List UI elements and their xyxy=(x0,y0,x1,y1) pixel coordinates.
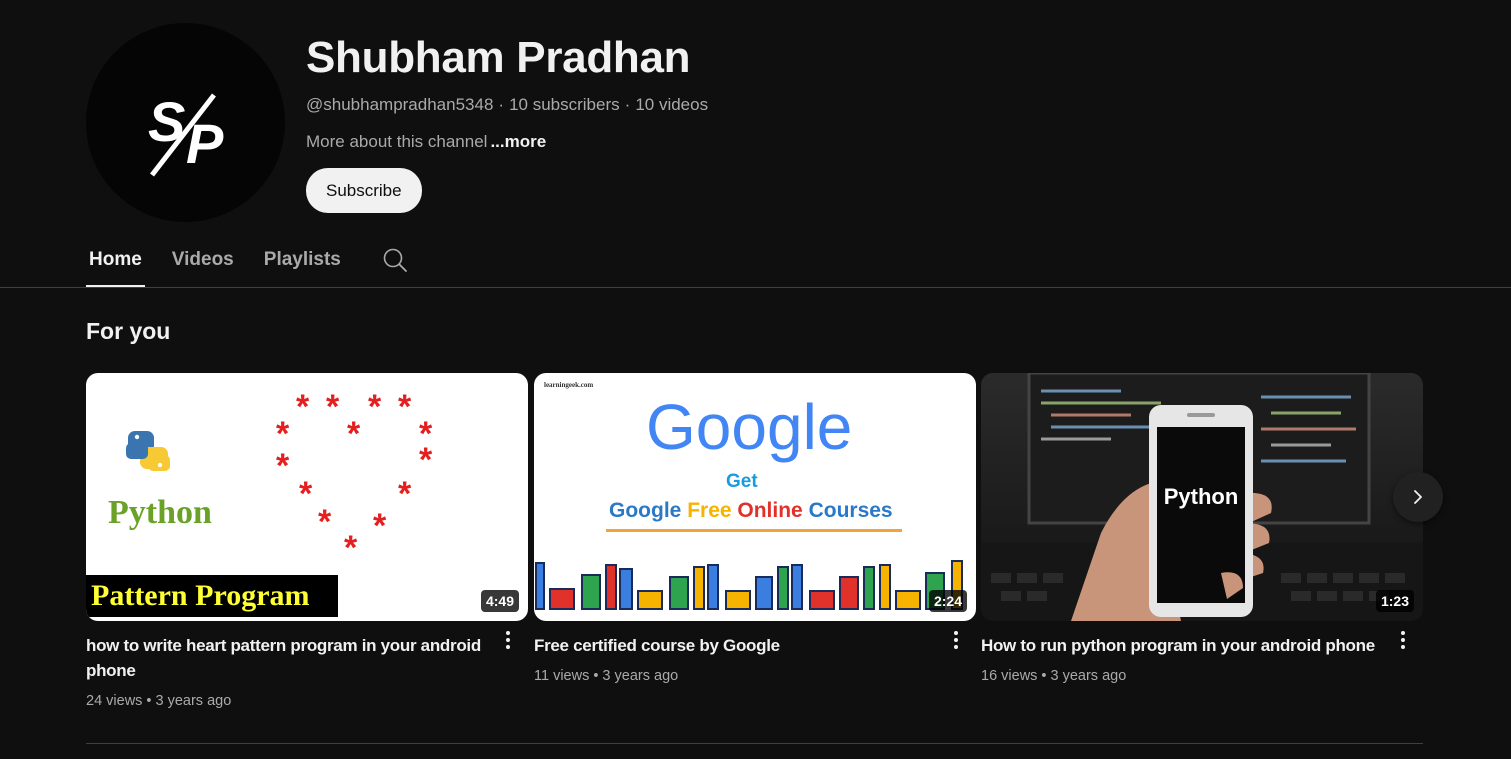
svg-text:*: * xyxy=(318,503,332,541)
view-count: 24 views xyxy=(86,693,143,709)
course-word-google: Google xyxy=(609,499,681,522)
upload-age: 3 years ago xyxy=(1050,668,1127,684)
video-card: learningeek.com Google Get Google Free O… xyxy=(534,373,976,686)
svg-text:*: * xyxy=(347,415,361,453)
separator-dot: • xyxy=(1041,668,1047,684)
svg-text:S: S xyxy=(148,90,185,153)
view-count: 11 views xyxy=(534,668,590,684)
video-thumbnail[interactable]: learningeek.com Google Get Google Free O… xyxy=(534,373,976,621)
thumbnail-image: learningeek.com Google Get Google Free O… xyxy=(534,373,976,621)
course-word-free: Free xyxy=(687,499,731,522)
more-vert-icon xyxy=(1401,631,1405,649)
duration-badge: 1:23 xyxy=(1375,590,1414,612)
course-word-courses: Courses xyxy=(809,499,893,522)
carousel-next-button[interactable] xyxy=(1393,472,1443,522)
chevron-right-icon xyxy=(1414,490,1422,504)
svg-text:*: * xyxy=(299,475,313,513)
video-thumbnail[interactable]: Python * * * * * * * * * * * * * * Pattern Progr… xyxy=(86,373,528,621)
svg-text:*: * xyxy=(344,529,358,567)
separator-dot: · xyxy=(498,95,505,114)
more-link[interactable]: ...more xyxy=(490,132,546,151)
channel-handle: @shubhampradhan5348 xyxy=(306,95,494,114)
course-heading: Google Free Online Courses xyxy=(609,499,893,522)
channel-avatar[interactable]: S P xyxy=(86,23,285,222)
video-meta: 11 views • 3 years ago xyxy=(534,666,976,686)
course-word-online: Online xyxy=(737,499,802,522)
section-divider xyxy=(86,743,1423,744)
channel-search-button[interactable] xyxy=(382,232,408,288)
channel-info: Shubham Pradhan @shubhampradhan5348 · 10 s… xyxy=(306,30,708,213)
search-icon xyxy=(383,248,407,272)
upload-age: 3 years ago xyxy=(155,693,232,709)
get-text: Get xyxy=(726,471,758,492)
more-vert-icon xyxy=(954,631,958,649)
video-title[interactable]: How to run python program in your androi… xyxy=(981,633,1381,658)
section-title: For you xyxy=(86,318,171,344)
separator-dot: • xyxy=(146,693,152,709)
video-count: 10 videos xyxy=(635,95,709,114)
video-meta: 16 views • 3 years ago xyxy=(981,666,1423,686)
svg-text:*: * xyxy=(276,447,290,485)
channel-meta: @shubhampradhan5348 · 10 subscribers · 10 vi… xyxy=(306,94,708,116)
thumbnail-image: Python xyxy=(981,373,1423,621)
video-menu-button[interactable] xyxy=(496,628,520,652)
video-card: Python 1:23 How to run python program in… xyxy=(981,373,1423,686)
tab-videos[interactable]: Videos xyxy=(169,232,237,288)
svg-text:*: * xyxy=(419,441,433,479)
svg-text:*: * xyxy=(398,475,412,513)
video-meta: 24 views • 3 years ago xyxy=(86,691,528,711)
tabs-divider xyxy=(0,287,1511,288)
video-title[interactable]: Free certified course by Google xyxy=(534,633,934,658)
svg-text:*: * xyxy=(368,388,382,426)
duration-badge: 2:24 xyxy=(928,590,967,612)
google-logo-text: Google xyxy=(646,391,852,463)
subscriber-count: 10 subscribers xyxy=(509,95,620,114)
video-menu-button[interactable] xyxy=(944,628,968,652)
view-count: 16 views xyxy=(981,668,1038,684)
tab-home[interactable]: Home xyxy=(86,232,145,288)
video-card: Python * * * * * * * * * * * * * * Pattern Progr… xyxy=(86,373,528,711)
banner-text: Pattern Program xyxy=(91,579,310,612)
video-thumbnail[interactable]: Python 1:23 xyxy=(981,373,1423,621)
channel-tabs: Home Videos Playlists xyxy=(86,232,408,288)
video-title[interactable]: how to write heart pattern program in yo… xyxy=(86,633,486,683)
subscribe-button[interactable]: Subscribe xyxy=(306,168,422,213)
duration-badge: 4:49 xyxy=(480,590,519,612)
phone-text: Python xyxy=(1164,484,1239,509)
svg-text:*: * xyxy=(373,507,387,545)
more-vert-icon xyxy=(506,631,510,649)
channel-about[interactable]: More about this channel ...more xyxy=(306,131,708,153)
tab-playlists[interactable]: Playlists xyxy=(261,232,344,288)
separator-dot: • xyxy=(593,668,599,684)
svg-text:*: * xyxy=(296,388,310,426)
svg-text:*: * xyxy=(326,388,340,426)
site-text: learningeek.com xyxy=(544,381,593,389)
upload-age: 3 years ago xyxy=(602,668,679,684)
channel-logo: S P xyxy=(148,90,224,177)
python-text: Python xyxy=(108,494,212,531)
separator-dot: · xyxy=(624,95,631,114)
about-text: More about this channel xyxy=(306,132,488,151)
svg-text:*: * xyxy=(398,388,412,426)
video-menu-button[interactable] xyxy=(1391,628,1415,652)
thumbnail-image: Python * * * * * * * * * * * * * * Pattern Progr… xyxy=(86,373,528,621)
channel-name: Shubham Pradhan xyxy=(306,33,691,82)
